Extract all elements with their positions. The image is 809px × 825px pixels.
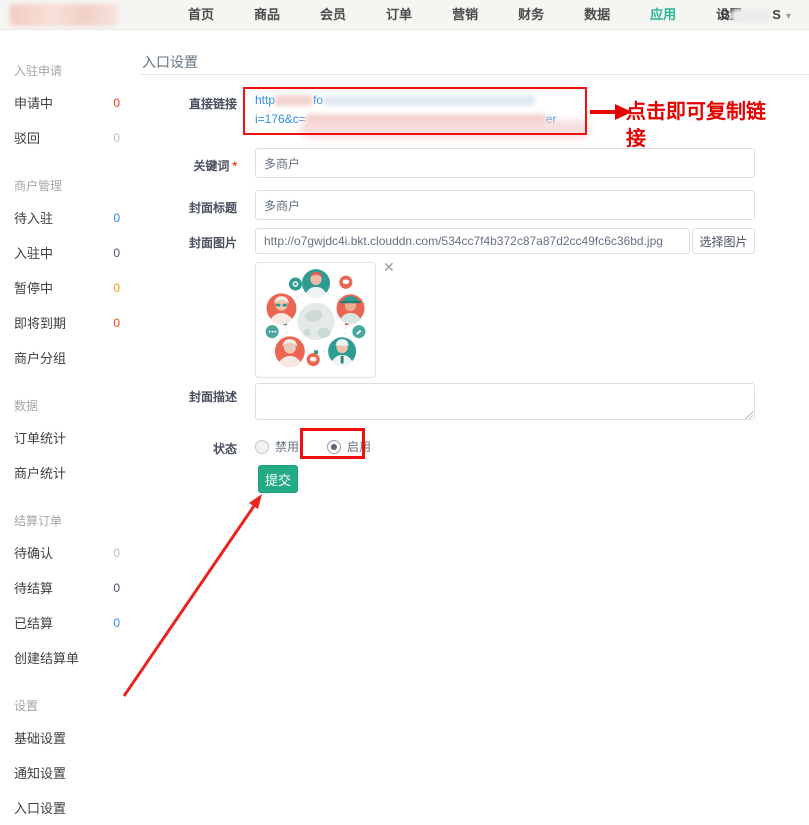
chevron-down-icon: ▾ [786,11,791,22]
sidebar-item[interactable]: 通知设置 [0,755,140,790]
sidebar-item[interactable]: 暂停中 0 [0,270,140,305]
sidebar-item[interactable]: 商户统计 [0,455,140,490]
link-blur-2 [323,95,535,106]
top-nav: 首页商品会员订单营销财务数据应用设置 B S ▾ [0,0,809,30]
direct-link-label: 直接链接 [140,95,237,112]
nav-item-apps[interactable]: 应用 [630,0,696,30]
sidebar-item-count: 0 [113,246,120,260]
sidebar-item-label: 即将到期 [14,313,66,332]
link-line2-start: i=176&c= [255,112,306,126]
user-name-suffix: S [772,7,781,22]
link-line1-mid: fo [313,93,323,107]
resize-grip-icon[interactable] [745,411,753,419]
sidebar-item-label: 待结算 [14,578,53,597]
sidebar: 入驻申请申请中 0 驳回 0 商户管理待入驻 0 入驻中 0 暂停中 0 即将到期 0 商户分组数据订单… [0,40,140,724]
sidebar-item-count: 0 [113,211,120,225]
user-menu[interactable]: B S ▾ [721,0,791,30]
main-content: 入口设置 直接链接 httpfo i=176&c=er 关键词* 封面标题 封面… [140,40,809,724]
sidebar-item-label: 驳回 [14,128,40,147]
sidebar-item-label: 商户统计 [14,463,66,482]
cover-title-label: 封面标题 [140,199,237,216]
sidebar-section-header: 结算订单 [14,512,140,529]
keyword-label: 关键词* [140,157,237,174]
sidebar-item[interactable]: 即将到期 0 [0,305,140,340]
nav-menu: 首页商品会员订单营销财务数据应用设置 [168,0,762,30]
sidebar-item[interactable]: 商户分组 [0,340,140,375]
cover-desc-textarea[interactable] [255,383,755,420]
sidebar-item-label: 基础设置 [14,728,66,747]
sidebar-item-label: 申请中 [14,93,53,112]
sidebar-item-count: 0 [113,316,120,330]
sidebar-item-count: 0 [113,96,120,110]
cover-image-preview [255,262,376,378]
sidebar-item-label: 订单统计 [14,428,66,447]
radio-disable[interactable]: 禁用 [255,438,299,455]
nav-item-marketing[interactable]: 营销 [432,0,498,30]
nav-item-goods[interactable]: 商品 [234,0,300,30]
sidebar-section-header: 商户管理 [14,177,140,194]
sidebar-item[interactable]: 待入驻 0 [0,200,140,235]
cover-desc-label: 封面描述 [140,388,237,405]
sidebar-item-count: 0 [113,546,120,560]
page-title: 入口设置 [142,52,198,72]
cover-image-url-input[interactable] [255,228,690,254]
radio-enable[interactable]: 启用 [327,438,371,455]
sidebar-item[interactable]: 创建结算单 [0,640,140,675]
keyword-input[interactable] [255,148,755,178]
sidebar-item[interactable]: 申请中 0 [0,85,140,120]
title-divider [140,74,809,75]
radio-circle-icon [327,440,341,454]
sidebar-item-count: 0 [113,131,120,145]
status-radio-group: 禁用 启用 [255,438,399,455]
blur-smear [300,120,590,138]
sidebar-item-label: 暂停中 [14,278,53,297]
required-asterisk: * [232,159,237,173]
radio-circle-icon [255,440,269,454]
sidebar-item-label: 创建结算单 [14,648,79,667]
nav-item-home[interactable]: 首页 [168,0,234,30]
page: 首页商品会员订单营销财务数据应用设置 BS▾ 入驻申请申请中0驳回0商户管理待入… [0,0,809,724]
sidebar-item-label: 待确认 [14,543,53,562]
remove-image-icon[interactable]: ✕ [383,260,395,274]
submit-button[interactable]: 提交 [258,465,298,493]
sidebar-item-label: 入驻中 [14,243,53,262]
nav-item-data[interactable]: 数据 [564,0,630,30]
sidebar-item-label: 入口设置 [14,798,66,817]
status-label: 状态 [140,440,237,457]
cover-image-label: 封面图片 [140,234,237,251]
sidebar-item-count: 0 [113,581,120,595]
sidebar-item[interactable]: 入口设置 [0,790,140,825]
sidebar-item[interactable]: 待确认 0 [0,535,140,570]
sidebar-item[interactable]: 驳回 0 [0,120,140,155]
radio-disable-label: 禁用 [275,438,299,455]
link-blur-1 [275,95,313,106]
nav-item-members[interactable]: 会员 [300,0,366,30]
sidebar-item-count: 0 [113,281,120,295]
user-name-prefix: B [721,7,730,22]
logo-blurred [10,4,118,26]
sidebar-item[interactable]: 入驻中 0 [0,235,140,270]
radio-enable-label: 启用 [347,438,371,455]
sidebar-item-count: 0 [113,616,120,630]
choose-image-button[interactable]: 选择图片 [692,228,755,254]
sidebar-item[interactable]: 已结算 0 [0,605,140,640]
cover-illustration [260,266,372,374]
user-name-blurred [731,9,771,23]
sidebar-item-label: 通知设置 [14,763,66,782]
sidebar-item[interactable]: 基础设置 [0,720,140,755]
sidebar-item-label: 已结算 [14,613,53,632]
sidebar-item-label: 待入驻 [14,208,53,227]
sidebar-section-header: 入驻申请 [14,62,140,79]
sidebar-section-header: 设置 [14,697,140,714]
sidebar-item[interactable]: 待结算 0 [0,570,140,605]
nav-item-finance[interactable]: 财务 [498,0,564,30]
sidebar-item-label: 商户分组 [14,348,66,367]
nav-item-orders[interactable]: 订单 [366,0,432,30]
sidebar-item[interactable]: 订单统计 [0,420,140,455]
link-line1-start: http [255,93,275,107]
cover-title-input[interactable] [255,190,755,220]
sidebar-section-header: 数据 [14,397,140,414]
